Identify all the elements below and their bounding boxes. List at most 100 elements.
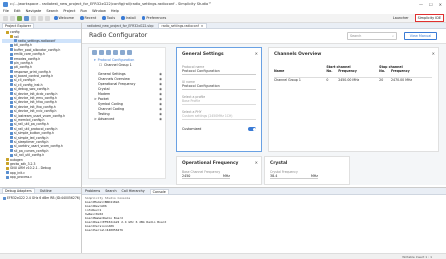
visibility-icon[interactable]: ◉: [159, 77, 162, 81]
base-frequency-unit: MHz: [222, 174, 230, 178]
customized-label: Customized: [182, 127, 202, 131]
radio-configurator: Radio Configurator Search ⌕ View Manual …: [82, 29, 446, 185]
protocol-name-field[interactable]: Protocol Configuration: [182, 69, 256, 75]
search-icon[interactable]: [38, 15, 43, 21]
maximize-button[interactable]: ☐: [429, 2, 433, 7]
visibility-icon[interactable]: ◉: [159, 117, 162, 121]
file-icon: [10, 131, 13, 135]
close-card-icon[interactable]: ✕: [255, 160, 258, 165]
menu-navigate[interactable]: Navigate: [26, 9, 42, 13]
close-card-icon[interactable]: ✕: [255, 51, 258, 56]
visibility-icon[interactable]: ◉: [159, 102, 162, 106]
close-card-icon[interactable]: ✕: [432, 51, 435, 56]
menu-file[interactable]: File: [3, 9, 9, 13]
copy-icon[interactable]: [113, 50, 118, 55]
recent-button[interactable]: Recent: [78, 16, 98, 20]
channels-overview-card: Channels Overview ✕ Start channel Stop c…: [268, 47, 439, 152]
search-input[interactable]: Search ⌕: [347, 32, 397, 40]
tab-problems[interactable]: Problems: [85, 189, 100, 193]
visibility-icon[interactable]: ◉: [159, 107, 162, 111]
welcome-button[interactable]: Welcome: [52, 16, 76, 20]
simplicity-ide-perspective[interactable]: Simplicity IDE: [414, 14, 444, 22]
section-label: Operational Frequency: [98, 81, 136, 86]
install-button[interactable]: Install: [119, 16, 138, 20]
tab-console[interactable]: Console: [149, 188, 169, 194]
tree-item-label: pti_config.h: [14, 65, 32, 70]
channel-group-item[interactable]: ☐ Channel Group 1: [89, 62, 165, 67]
section-item[interactable]: > Advanced ◉: [89, 116, 165, 121]
tree-item-label: sli_pa_curves_config.h: [14, 148, 49, 153]
close-tab-icon[interactable]: ✕: [201, 24, 204, 28]
phy-select[interactable]: Custom settings (2450MHz 1CH): [182, 114, 256, 120]
tab-radioconf[interactable]: radio_settings.radioconf ✕: [157, 23, 208, 28]
tools-label: Tools: [106, 16, 116, 20]
tab-slcp[interactable]: radiotest_new_project_for_EFR32xG22.slcp: [84, 23, 157, 28]
preferences-button[interactable]: Preferences: [140, 16, 168, 20]
close-button[interactable]: ✕: [439, 2, 442, 7]
tree-item-label: sl_rail_util_protocol_config.h: [14, 126, 58, 131]
build-icon[interactable]: [17, 15, 22, 21]
visibility-icon[interactable]: ◉: [159, 87, 162, 91]
status-text: Writable Insert 1 : 1: [402, 254, 432, 259]
tree-item-label: app_process.c: [10, 175, 32, 180]
visibility-icon[interactable]: ◉: [159, 112, 162, 116]
save-icon[interactable]: [10, 15, 15, 21]
general-settings-card: General Settings ✕ Protocol name Protoco…: [176, 47, 262, 152]
table-row[interactable]: Channel Group 1 0 2450.00 MHz 20 2470.00…: [274, 77, 432, 82]
debug-adapter-row[interactable]: EFR32xG22 2.4 GHz 6 dBm RB (ID:440056276…: [0, 196, 81, 200]
file-icon: [10, 92, 13, 96]
expand-icon: >: [94, 96, 97, 101]
menu-run[interactable]: Run: [80, 9, 87, 13]
file-icon: [10, 127, 13, 131]
list-icon[interactable]: [99, 50, 104, 55]
visibility-icon[interactable]: ◉: [159, 97, 162, 101]
menu-help[interactable]: Help: [111, 9, 119, 13]
refresh-icon[interactable]: [127, 50, 132, 55]
menu-project[interactable]: Project: [63, 9, 75, 13]
tab-search[interactable]: Search: [105, 189, 116, 193]
tree-item-label: response_print_config.h: [14, 69, 51, 74]
crystal-frequency-value[interactable]: 38.4: [270, 174, 277, 178]
file-icon: [10, 87, 13, 91]
visibility-icon[interactable]: ◉: [159, 92, 162, 96]
recent-label: Recent: [84, 16, 97, 20]
file-icon: [10, 100, 13, 104]
tools-button[interactable]: Tools: [100, 16, 117, 20]
tree-item-label: emlib_core_config.h: [14, 52, 45, 57]
flash-icon[interactable]: [31, 15, 36, 21]
grid-icon[interactable]: [92, 50, 97, 55]
stop-no-cell: 20: [379, 77, 384, 82]
tab-project-explorer[interactable]: Project Explorer: [2, 23, 35, 28]
tab-debug-adapters[interactable]: Debug Adapters: [2, 188, 35, 193]
tab-outline[interactable]: Outline: [38, 189, 54, 193]
tree-item-label: GNU ARM v10.2.1 - Debug: [10, 166, 51, 171]
ui-name-field[interactable]: Protocol Configuration: [182, 84, 256, 90]
bottom-tabs: Problems Search Call Hierarchy Console: [82, 188, 446, 195]
tree-item-label: sl_device_init_emu_config.h: [14, 96, 58, 101]
channel-icon: ☐: [99, 62, 102, 67]
tree-item-label: sl_sleeptimer_config.h: [14, 139, 49, 144]
project-explorer: Project Explorer config rail radio_setting…: [0, 23, 82, 187]
add-icon[interactable]: [106, 50, 111, 55]
menu-window[interactable]: Window: [92, 9, 106, 13]
back-icon[interactable]: [45, 15, 50, 21]
launcher-perspective[interactable]: Launcher: [391, 15, 411, 21]
file-icon: [10, 74, 13, 78]
visibility-icon[interactable]: ◉: [159, 82, 162, 86]
file-icon: [10, 109, 13, 113]
view-manual-button[interactable]: View Manual: [404, 32, 437, 40]
new-icon[interactable]: [3, 15, 8, 21]
base-frequency-value[interactable]: 2450: [182, 174, 190, 178]
customized-toggle[interactable]: [248, 127, 256, 131]
minimize-button[interactable]: —: [419, 2, 423, 7]
debug-icon[interactable]: [24, 15, 29, 21]
tab-slcp-label: radiotest_new_project_for_EFR32xG22.slcp: [87, 23, 154, 28]
menu-search[interactable]: Search: [46, 9, 58, 13]
profile-select[interactable]: Base Profile: [182, 99, 256, 105]
visibility-icon[interactable]: ◉: [159, 72, 162, 76]
tab-call-hierarchy[interactable]: Call Hierarchy: [122, 189, 145, 193]
delete-icon[interactable]: [120, 50, 125, 55]
tree-item[interactable]: app_process.c: [2, 175, 81, 179]
file-icon: [6, 175, 9, 179]
menu-edit[interactable]: Edit: [14, 9, 21, 13]
